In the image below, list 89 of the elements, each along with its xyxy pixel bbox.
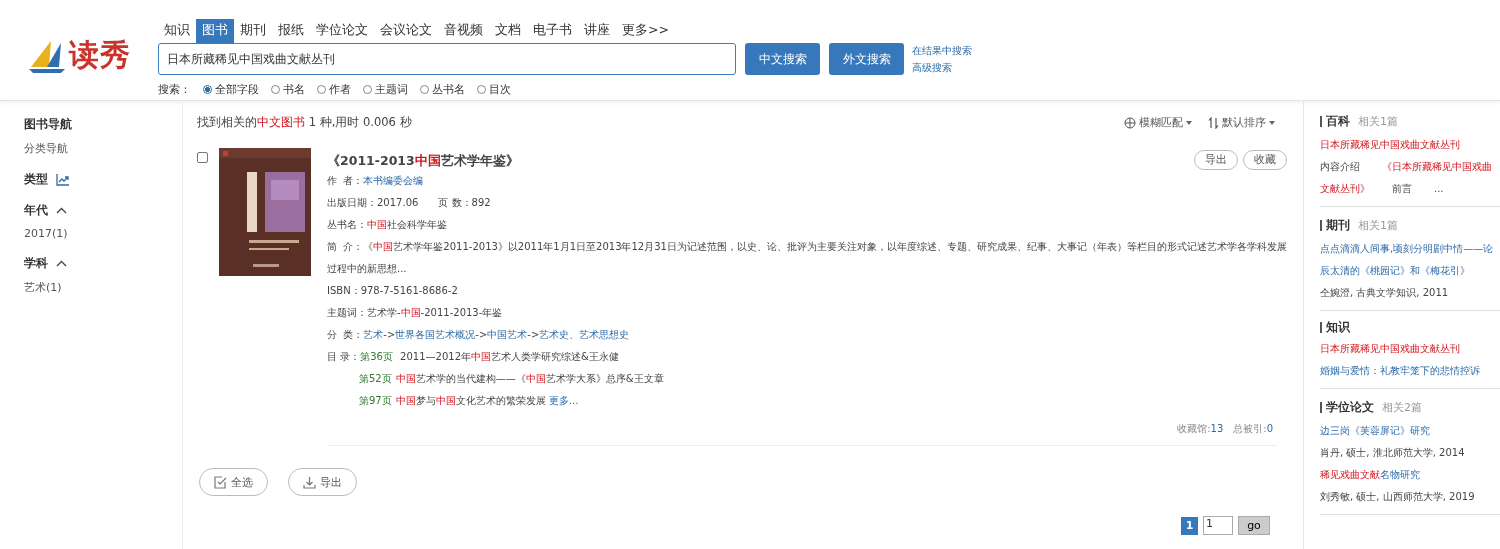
related-count: 相关1篇 (1358, 114, 1398, 129)
download-icon (303, 475, 316, 489)
sidebar-link[interactable]: 分类导航 (24, 141, 182, 156)
radio-button[interactable] (203, 85, 212, 94)
category-tab[interactable]: 更多>> (616, 19, 675, 43)
sort-option[interactable]: 默认排序 (1222, 115, 1266, 130)
field-text: 出版日期：2017.06 (327, 196, 419, 210)
article-meta: 仝婉澄, 古典文学知识, 2011 (1320, 286, 1450, 300)
collapse-caret-icon[interactable] (56, 207, 67, 214)
page-number[interactable]: 1 (1181, 516, 1198, 535)
sidebar-title: 图书导航 (24, 117, 73, 132)
field-text: 简 介：《中国艺术学年鉴2011-2013》以2011年1月1日至2013年12月31日为记述范围，以史、论、批评为主要关注对象，以年度综述、专题、研究成果、纪事、大事记（年表）等栏目的形式记述艺术学各学科发展过程中的新思想... (327, 240, 1287, 276)
article-link[interactable]: 日本所藏稀见中国戏曲文献丛刊 (1320, 134, 1500, 156)
field-text: 丛书名：中国社会科学年鉴 (327, 218, 448, 232)
category-tab[interactable]: 图书 (196, 19, 234, 43)
action-button[interactable]: 导出 (1194, 150, 1238, 170)
field-text: 页 数：892 (438, 196, 491, 210)
section-title: 期刊 (1320, 220, 1350, 231)
checkbox-tick-icon (214, 475, 227, 489)
action-button[interactable]: 收藏 (1243, 150, 1287, 170)
field-text: 分 类：艺术->世界各国艺术概况->中国艺术->艺术史、艺术思想史 (327, 328, 631, 342)
article-meta: 刘秀敏, 硕士, 山西师范大学, 2019 (1320, 490, 1476, 504)
radio-label[interactable]: 作者 (329, 82, 351, 97)
search-field[interactable]: 日本所藏稀见中国戏曲文献丛刊 (158, 43, 736, 75)
toc-entry: 第52页 中国艺术学的当代建构——《中国艺术学大系》总序&王文章 (358, 372, 665, 386)
radio-label[interactable]: 丛书名 (432, 82, 465, 97)
article-snippet: 内容介绍 《日本所藏稀见中国戏曲文献丛刊》 前言 ... (1320, 160, 1493, 196)
article-link[interactable]: 日本所藏稀见中国戏曲文献丛刊 (1320, 338, 1500, 360)
category-tab[interactable]: 知识 (158, 19, 196, 43)
search-button[interactable]: 外文搜索 (829, 43, 904, 75)
toc-entry: 第97页 中国梦与中国文化艺术的繁荣发展 更多... (358, 394, 580, 408)
section-title: 知识 (1320, 322, 1350, 333)
text-link[interactable]: 本书编委会编 (363, 175, 424, 186)
stat-text: 收藏馆:13 (1177, 422, 1224, 436)
category-tab[interactable]: 报纸 (272, 19, 310, 43)
search-link[interactable]: 在结果中搜索 (912, 43, 972, 58)
toc-entry: 目 录：第36页 2011—2012年中国艺术人类学研究综述&王永健 (327, 350, 620, 364)
category-tab[interactable]: 会议论文 (374, 19, 438, 43)
field-text: 主题词：艺术学-中国-2011-2013-年鉴 (327, 306, 504, 320)
trend-chart-icon[interactable] (56, 173, 69, 186)
category-tab[interactable]: 学位论文 (310, 19, 374, 43)
sort-option[interactable]: 模糊匹配 (1139, 115, 1183, 130)
search-link[interactable]: 高级搜索 (912, 60, 972, 75)
logo-text[interactable]: 读秀 (69, 34, 131, 76)
book-title[interactable]: 《2011-2013中国艺术学年鉴》 (327, 152, 519, 170)
facet-title[interactable]: 年代 (24, 203, 48, 218)
text-link[interactable]: 中国艺术 (487, 329, 528, 340)
search-button[interactable]: 中文搜索 (745, 43, 820, 75)
go-button[interactable]: go (1238, 516, 1270, 535)
radio-label[interactable]: 目次 (489, 82, 511, 97)
radio-label[interactable]: 主题词 (375, 82, 408, 97)
category-tab[interactable]: 文档 (489, 19, 527, 43)
section-title: 百科 (1320, 116, 1350, 127)
facet-item[interactable]: 2017(1) (24, 227, 182, 240)
bulk-action-button[interactable]: 导出 (288, 468, 357, 496)
dropdown-caret-icon (1269, 120, 1275, 125)
article-link[interactable]: 点点滴滴人间事,顷刻分明剧中情——论辰太清的《桃园记》和《梅花引》 (1320, 238, 1500, 282)
related-count: 相关2篇 (1382, 400, 1422, 415)
text-link[interactable]: 艺术 (363, 329, 384, 340)
field-text: ISBN：978-7-5161-8686-2 (327, 284, 459, 298)
category-tab[interactable]: 电子书 (527, 19, 578, 43)
sort-icon (1208, 116, 1219, 129)
text-link[interactable]: 更多... (548, 395, 579, 406)
bulk-action-button[interactable]: 全选 (199, 468, 268, 496)
article-meta: 肖丹, 硕士, 淮北师范大学, 2014 (1320, 446, 1466, 460)
result-summary: 找到相关的中文图书 1 种,用时 0.006 秒 (197, 115, 412, 130)
article-link[interactable]: 婚姻与爱情：礼教牢笼下的悲情控诉 (1320, 360, 1500, 382)
article-link[interactable]: 稀见戏曲文献名物研究 (1320, 464, 1500, 486)
facet-title[interactable]: 学科 (24, 256, 48, 271)
scope-label: 搜索： (158, 82, 191, 97)
related-count: 相关1篇 (1358, 218, 1398, 233)
page-input[interactable]: 1 (1203, 516, 1233, 535)
category-tab[interactable]: 讲座 (578, 19, 616, 43)
text-link[interactable]: 世界各国艺术概况 (395, 329, 476, 340)
stat-text: 总被引:0 (1233, 422, 1273, 436)
article-link[interactable]: 边三岗《芙蓉屏记》研究 (1320, 420, 1500, 442)
section-title: 学位论文 (1320, 402, 1374, 413)
target-icon (1124, 116, 1136, 129)
dropdown-caret-icon (1186, 120, 1192, 125)
checkbox[interactable] (197, 152, 208, 163)
text-link[interactable]: 艺术史、艺术思想史 (539, 329, 630, 340)
radio-label[interactable]: 全部字段 (215, 82, 259, 97)
collapse-caret-icon[interactable] (56, 260, 67, 267)
category-tab[interactable]: 期刊 (234, 19, 272, 43)
facet-title[interactable]: 类型 (24, 172, 48, 187)
radio-label[interactable]: 书名 (283, 82, 305, 97)
category-tab[interactable]: 音视频 (438, 19, 489, 43)
field-text: 作 者：本书编委会编 (327, 174, 425, 188)
facet-item[interactable]: 艺术(1) (24, 280, 182, 295)
